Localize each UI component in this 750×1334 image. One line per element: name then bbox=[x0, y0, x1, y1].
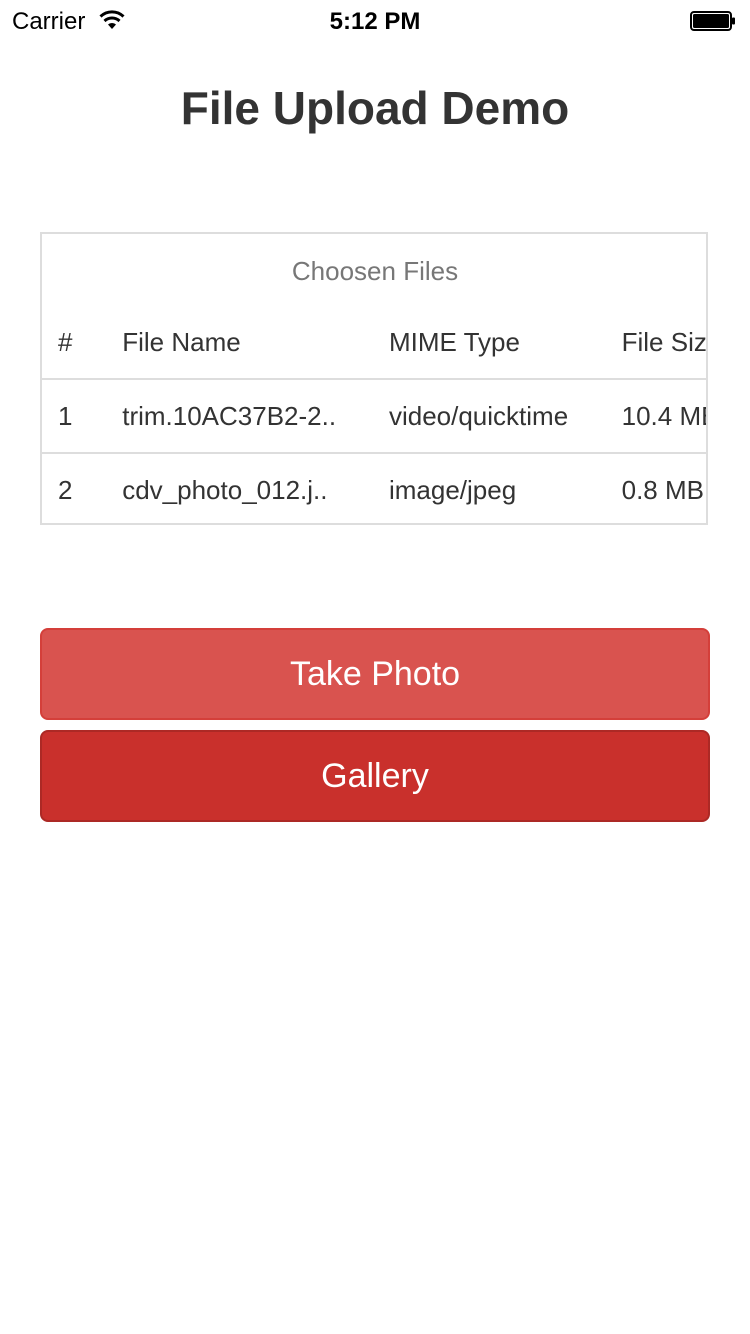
cell-file-name: trim.10AC37B2-2.. bbox=[122, 400, 337, 431]
cell-number: 2 bbox=[58, 474, 73, 505]
battery-icon bbox=[690, 11, 736, 31]
files-grid: # File Name MIME Type File Size 1 trim.1… bbox=[42, 306, 707, 523]
header-number: # bbox=[58, 326, 73, 357]
status-bar: Carrier 5:12 PM bbox=[0, 0, 750, 40]
table-header-row: # File Name MIME Type File Size bbox=[42, 306, 707, 379]
cell-file-size: 0.8 MB bbox=[621, 474, 704, 505]
header-file-name: File Name bbox=[122, 326, 241, 357]
take-photo-button[interactable]: Take Photo bbox=[40, 628, 710, 720]
table-caption: Choosen Files bbox=[291, 256, 459, 286]
cell-number: 1 bbox=[58, 400, 73, 431]
cell-file-name: cdv_photo_012.j.. bbox=[122, 474, 328, 505]
table-row: 2 cdv_photo_012.j.. image/jpeg 0.8 MB bbox=[42, 453, 706, 523]
cell-file-size: 10.4 MB bbox=[621, 400, 706, 431]
page-title: File Upload Demo bbox=[180, 82, 570, 134]
files-table: Choosen Files # File Name MIME Type File… bbox=[40, 232, 708, 525]
gallery-button[interactable]: Gallery bbox=[40, 730, 710, 822]
cell-mime-type: image/jpeg bbox=[388, 474, 517, 505]
header-mime-type: MIME Type bbox=[388, 326, 520, 357]
table-row: 1 trim.10AC37B2-2.. video/quicktime 10.4… bbox=[42, 379, 706, 453]
header-file-size: File Size bbox=[621, 326, 707, 357]
cell-mime-type: video/quicktime bbox=[388, 400, 569, 431]
status-time: 5:12 PM bbox=[329, 8, 421, 35]
